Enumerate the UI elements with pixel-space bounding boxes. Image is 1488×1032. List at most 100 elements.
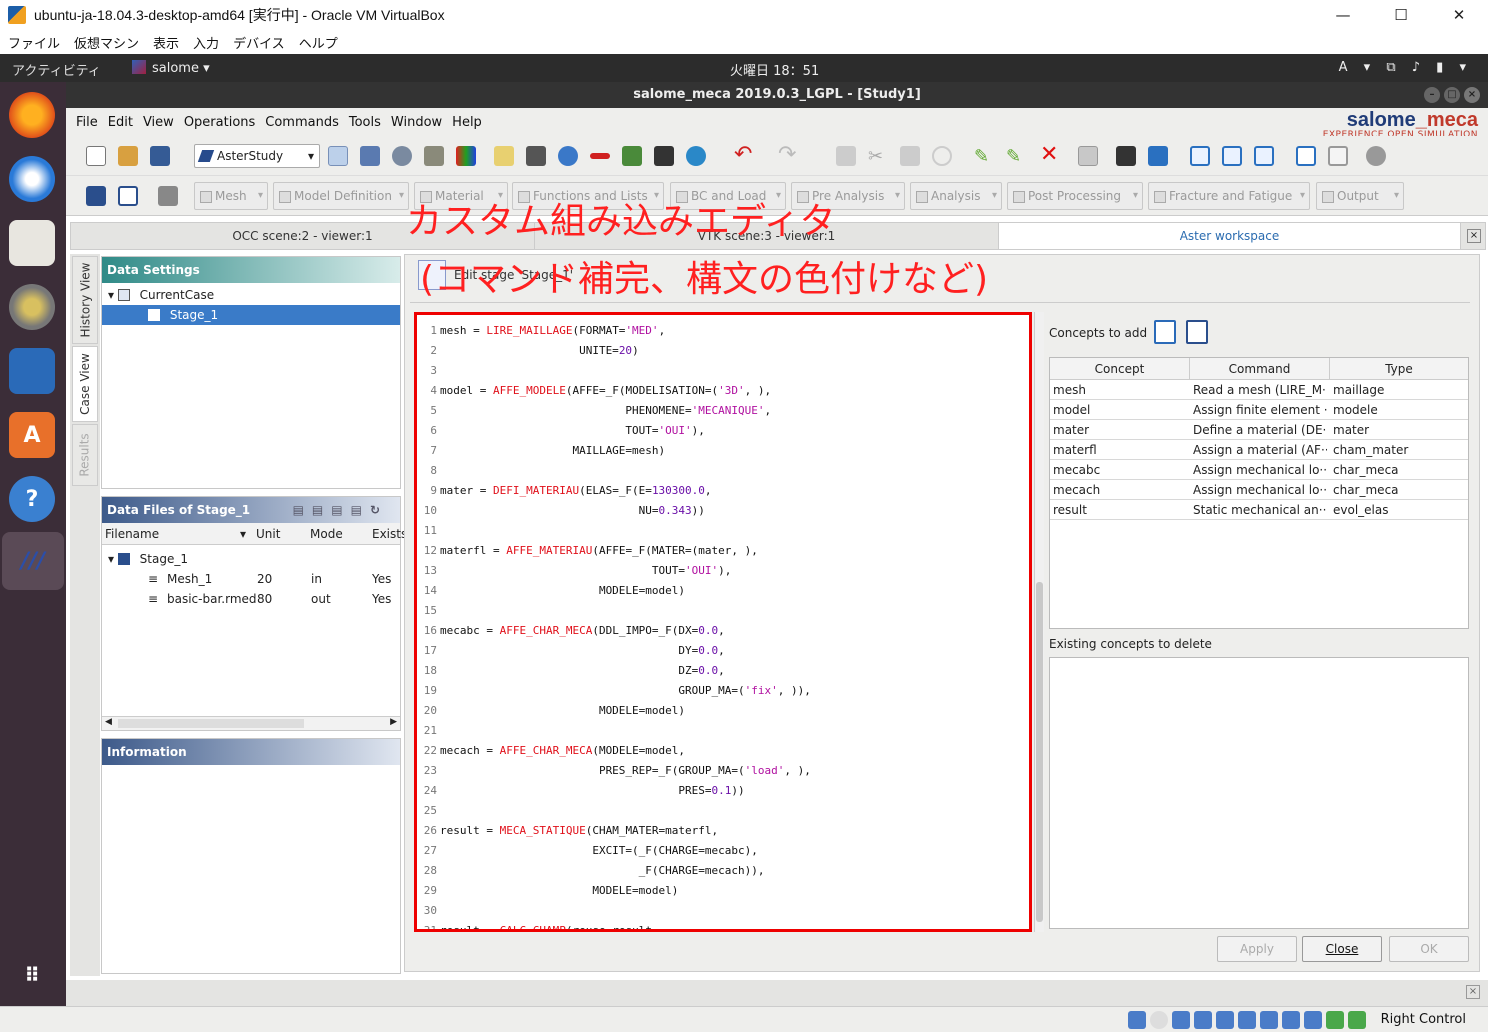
file-row[interactable]: ≡ basic-bar.rmed 80 out Yes (102, 589, 400, 609)
menu-commands[interactable]: Commands (265, 115, 339, 130)
close-icon[interactable]: × (1464, 87, 1480, 103)
close-console-icon[interactable]: × (1466, 985, 1480, 999)
menu-edit[interactable]: Edit (108, 115, 133, 130)
concept-row[interactable]: mecach Assign mechanical lo··· char_meca (1050, 480, 1468, 500)
save-icon[interactable] (150, 146, 170, 166)
redo-icon[interactable]: ↷ (778, 144, 798, 166)
host-menu-input[interactable]: 入力 (193, 33, 219, 52)
col-exists[interactable]: Exists (372, 527, 407, 541)
paravis-icon[interactable] (456, 146, 476, 166)
editor-scrollbar[interactable] (1034, 312, 1044, 932)
category-mesh[interactable]: Mesh (194, 182, 268, 210)
rhythmbox-icon[interactable] (9, 284, 55, 330)
tab-case-view[interactable]: Case View (72, 346, 98, 422)
category-fracture-and-fatigue[interactable]: Fracture and Fatigue (1148, 182, 1310, 210)
open-folder-icon[interactable] (118, 146, 138, 166)
menu-view[interactable]: View (143, 115, 174, 130)
thunderbird-icon[interactable] (9, 156, 55, 202)
host-menu-file[interactable]: ファイル (8, 33, 60, 52)
text-mode-icon[interactable] (1116, 146, 1136, 166)
writer-icon[interactable] (9, 348, 55, 394)
edit-view-icon[interactable]: ✎ (1006, 146, 1026, 167)
menu-tools[interactable]: Tools (349, 115, 381, 130)
add-concept-icon[interactable] (1154, 320, 1176, 344)
measure-icon[interactable] (590, 153, 610, 159)
file-row[interactable]: ≡ Mesh_1 20 in Yes (102, 569, 400, 589)
tab-results[interactable]: Results (72, 424, 98, 486)
horizontal-scrollbar[interactable]: ◀ ▶ (102, 716, 400, 730)
new-document-icon[interactable] (86, 146, 106, 166)
concepts-to-delete-list[interactable] (1049, 657, 1469, 929)
mail-icon[interactable] (360, 146, 380, 166)
expand-arrow-icon[interactable]: ▾ (108, 288, 118, 302)
asterstudy-icon[interactable] (328, 146, 348, 166)
homard-icon[interactable] (654, 146, 674, 166)
geometry-icon[interactable] (392, 146, 412, 166)
export-stage-icon[interactable] (1254, 146, 1274, 166)
app-menu-button[interactable]: salome ▾ (132, 60, 210, 76)
host-menu-machine[interactable]: 仮想マシン (74, 33, 139, 52)
add-variable-icon[interactable] (118, 186, 138, 206)
concept-row[interactable]: mesh Read a mesh (LIRE_M··· maillage (1050, 380, 1468, 400)
ok-button[interactable]: OK (1389, 936, 1469, 962)
col-command[interactable]: Command (1190, 358, 1330, 380)
expand-arrow-icon[interactable]: ▾ (108, 552, 118, 566)
firefox-icon[interactable] (9, 92, 55, 138)
maximize-icon[interactable]: □ (1444, 87, 1460, 103)
category-model-definition[interactable]: Model Definition (273, 182, 409, 210)
close-button[interactable]: ✕ (1430, 0, 1488, 30)
translate-icon[interactable] (1148, 146, 1168, 166)
minimize-button[interactable]: — (1314, 0, 1372, 30)
system-tray[interactable]: A ▾ ⧉ ♪ ▮ ▾ (1339, 60, 1472, 75)
clock[interactable]: 火曜日 18：51 (730, 60, 819, 79)
undo-icon[interactable]: ↶ (734, 144, 754, 166)
close-tab-icon[interactable]: × (1467, 229, 1481, 243)
col-filename[interactable]: Filename (105, 527, 159, 541)
menu-operations[interactable]: Operations (184, 115, 255, 130)
concept-row[interactable]: mecabc Assign mechanical lo··· char_meca (1050, 460, 1468, 480)
software-center-icon[interactable]: A (9, 412, 55, 458)
concept-row[interactable]: model Assign finite element ··· modele (1050, 400, 1468, 420)
concept-row[interactable]: materfl Assign a material (AF··· cham_mate… (1050, 440, 1468, 460)
eficas-icon[interactable] (686, 146, 706, 166)
edit-pencil-icon[interactable]: ✎ (974, 146, 994, 167)
sort-arrow-icon[interactable]: ▾ (240, 527, 246, 541)
paste-icon[interactable] (900, 146, 920, 166)
files-icon[interactable] (9, 220, 55, 266)
salome-meca-icon[interactable]: /// (2, 532, 64, 590)
tree-item-stage[interactable]: Stage_1 (102, 305, 400, 325)
category-analysis[interactable]: Analysis (910, 182, 1002, 210)
file-actions-icons[interactable]: ▤▤▤▤↻ (293, 497, 388, 523)
remove-concept-icon[interactable] (1186, 320, 1208, 344)
add-command-icon[interactable] (86, 186, 106, 206)
import-stage-icon[interactable] (1222, 146, 1242, 166)
module-selector[interactable]: AsterStudy (194, 144, 320, 168)
concept-row[interactable]: mater Define a material (DE··· mater (1050, 420, 1468, 440)
menu-help[interactable]: Help (452, 115, 482, 130)
help-icon[interactable]: ? (9, 476, 55, 522)
col-unit[interactable]: Unit (256, 527, 280, 541)
host-menu-help[interactable]: ヘルプ (299, 33, 338, 52)
concept-row[interactable]: result Static mechanical an··· evol_elas (1050, 500, 1468, 520)
menu-window[interactable]: Window (391, 115, 442, 130)
category-output[interactable]: Output (1316, 182, 1404, 210)
show-apps-icon[interactable]: ⠿ (9, 952, 55, 998)
category-post-processing[interactable]: Post Processing (1007, 182, 1143, 210)
text-to-stage-icon[interactable] (1328, 146, 1348, 166)
notes-icon[interactable] (494, 146, 514, 166)
chart-icon[interactable] (622, 146, 642, 166)
table-icon[interactable] (526, 146, 546, 166)
tab-aster-workspace[interactable]: Aster workspace (999, 223, 1461, 249)
host-menu-view[interactable]: 表示 (153, 33, 179, 52)
activities-button[interactable]: アクティビティ (12, 60, 101, 79)
globe-icon[interactable] (558, 146, 578, 166)
copy-icon[interactable] (836, 146, 856, 166)
maximize-button[interactable]: ☐ (1372, 0, 1430, 30)
apply-button[interactable]: Apply (1217, 936, 1297, 962)
col-type[interactable]: Type (1330, 358, 1468, 380)
tab-history-view[interactable]: History View (72, 256, 98, 344)
menu-file[interactable]: File (76, 115, 98, 130)
settings-gear-icon[interactable] (1366, 146, 1386, 166)
minimize-icon[interactable]: – (1424, 87, 1440, 103)
col-concept[interactable]: Concept (1050, 358, 1190, 380)
